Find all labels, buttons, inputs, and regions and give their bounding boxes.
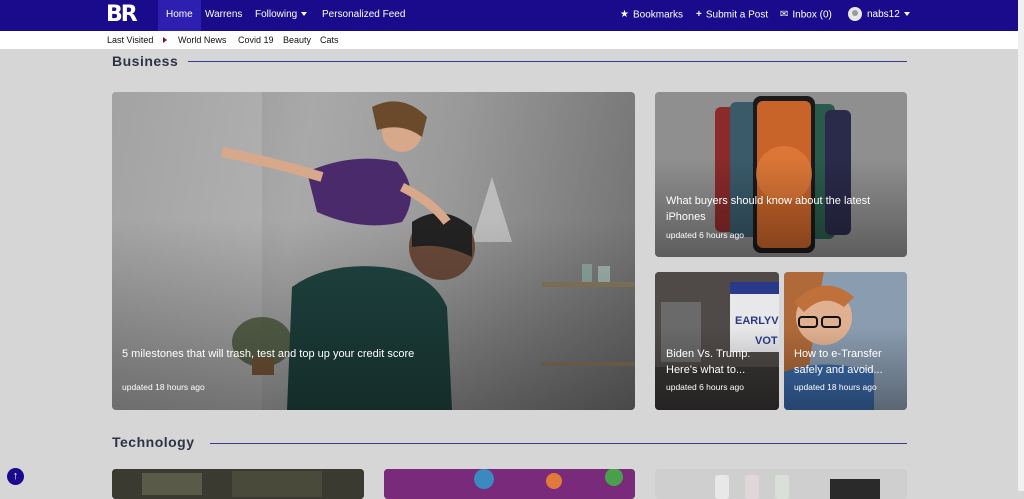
avatar (848, 7, 862, 22)
last-visited-bar: Last Visited World News Covid 19 Beauty … (0, 31, 1018, 49)
last-visited-label: Last Visited (107, 35, 154, 45)
nav-personalized-feed[interactable]: Personalized Feed (322, 0, 405, 31)
article-title[interactable]: Biden Vs. Trump: Here's what to... (666, 346, 776, 378)
article-title[interactable]: What buyers should know about the latest… (666, 193, 896, 225)
section-divider (210, 443, 907, 444)
site-logo[interactable]: BR (106, 3, 146, 27)
star-icon: ★ (620, 9, 629, 20)
nav-warrens[interactable]: Warrens (205, 0, 242, 31)
recent-covid-19[interactable]: Covid 19 (238, 31, 274, 49)
chevron-down-icon (301, 12, 308, 17)
bookmarks-link[interactable]: ★ Bookmarks (620, 0, 683, 31)
username: nabs12 (867, 9, 900, 20)
section-divider (188, 61, 907, 62)
article-card-tech-1[interactable] (112, 469, 364, 499)
article-timestamp: updated 18 hours ago (794, 382, 877, 392)
user-menu[interactable]: nabs12 (848, 0, 910, 31)
article-image (112, 469, 364, 499)
recent-world-news[interactable]: World News (178, 31, 226, 49)
submit-post-link[interactable]: + Submit a Post (696, 0, 768, 31)
plus-icon: + (696, 9, 702, 20)
envelope-icon: ✉ (780, 9, 789, 20)
article-card-iphones[interactable]: What buyers should know about the latest… (655, 92, 907, 257)
article-card-tech-3[interactable] (655, 469, 907, 499)
article-timestamp: updated 6 hours ago (666, 230, 744, 240)
section-title-technology[interactable]: Technology (112, 434, 195, 450)
article-title[interactable]: 5 milestones that will trash, test and t… (122, 346, 542, 362)
arrow-up-icon: ↑ (12, 470, 19, 482)
chevron-down-icon (903, 12, 910, 17)
inbox-label: Inbox (0) (792, 9, 832, 21)
section-title-business[interactable]: Business (112, 53, 178, 69)
nav-home[interactable]: Home (158, 0, 201, 31)
bookmarks-label: Bookmarks (632, 9, 683, 21)
article-timestamp: updated 18 hours ago (122, 382, 205, 392)
article-card-biden-trump[interactable]: EARLYV VOT Biden Vs. Trump: Here's what … (655, 272, 779, 410)
article-timestamp: updated 6 hours ago (666, 382, 744, 392)
inbox-link[interactable]: ✉ Inbox (0) (780, 0, 832, 31)
article-title[interactable]: How to e-Transfer safely and avoid... (794, 346, 902, 378)
chevron-right-icon (163, 37, 167, 43)
article-image (655, 469, 907, 499)
top-navbar: BR Home Warrens Following Personalized F… (0, 0, 1018, 31)
submit-post-label: Submit a Post (705, 9, 769, 21)
nav-following[interactable]: Following (255, 0, 308, 31)
article-card-tech-2[interactable] (384, 469, 635, 499)
article-image (384, 469, 635, 499)
nav-following-label: Following (255, 9, 298, 20)
article-card-credit-score[interactable]: 5 milestones that will trash, test and t… (112, 92, 635, 410)
recent-beauty[interactable]: Beauty (283, 31, 311, 49)
recent-cats[interactable]: Cats (320, 31, 339, 49)
svg-text:EARLYV: EARLYV (735, 315, 779, 327)
scrollbar[interactable] (1018, 0, 1024, 491)
scroll-to-top-button[interactable]: ↑ (7, 468, 24, 485)
article-card-etransfer[interactable]: How to e-Transfer safely and avoid... up… (784, 272, 907, 410)
